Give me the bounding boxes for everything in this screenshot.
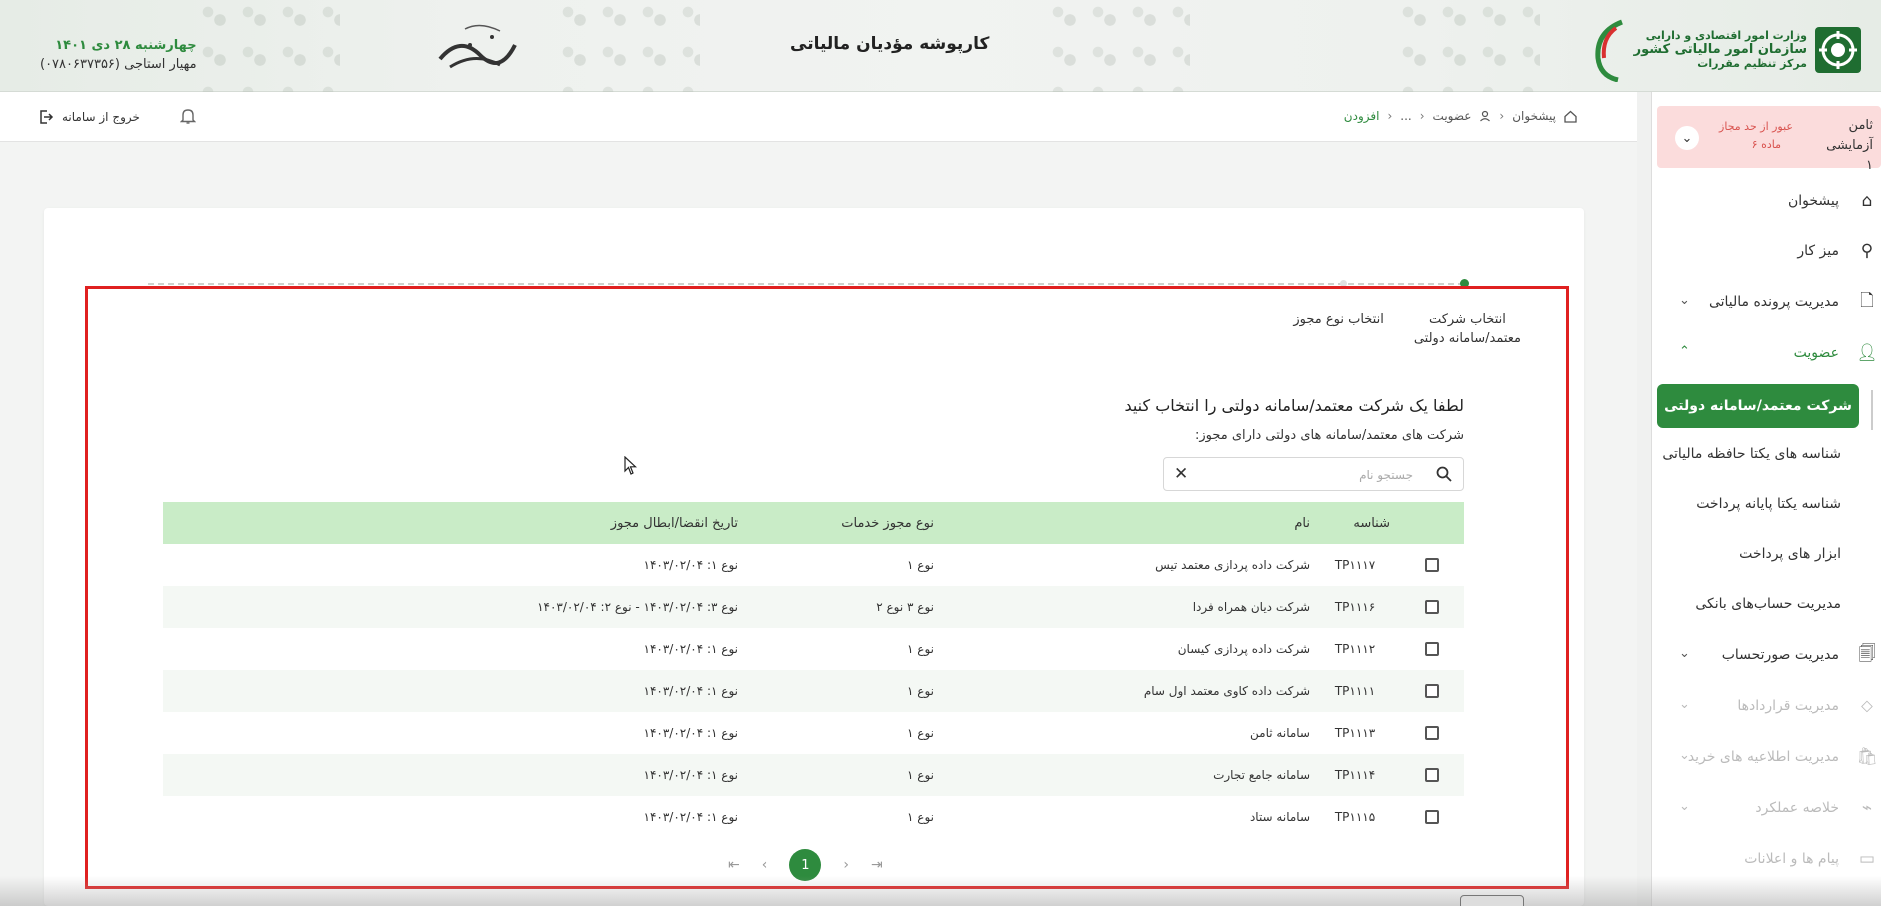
- home-icon: [1564, 110, 1577, 123]
- tax-org-logo: وزارت امور اقتصادی و دارایی سازمان امور …: [1588, 18, 1863, 82]
- user-name: مهیار استاجی (۰۷۸۰۶۳۷۳۵۶): [40, 57, 197, 72]
- header-pattern: [1050, 0, 1190, 92]
- logout-button[interactable]: خروج از سامانه: [38, 109, 140, 125]
- taxpayer-name: ثامن آزمایشی ۱: [1826, 118, 1873, 173]
- submenu-item-label: شناسه یکتا پایانه پرداخت: [1696, 496, 1841, 512]
- date-user-block: چهارشنبه ۲۸ دی ۱۴۰۱ مهیار استاجی (۰۷۸۰۶۳…: [40, 38, 197, 72]
- sidebar-item-label: مدیریت پرونده مالیاتی: [1708, 294, 1839, 310]
- logout-label: خروج از سامانه: [62, 110, 140, 124]
- alert-message-line: عبور از حد مجاز: [1719, 120, 1793, 133]
- contract-icon: ⬦: [1861, 696, 1873, 716]
- header-pattern: [1400, 0, 1540, 92]
- taxpayer-alert-card: ثامن آزمایشی ۱ عبور از حد مجاز ماده ۶ ⌄: [1657, 106, 1881, 173]
- notification-bell-icon[interactable]: [180, 107, 196, 125]
- sidebar-item-label: میز کار: [1797, 243, 1839, 259]
- sidebar-item-purchase-notices[interactable]: 🛍︎ مدیریت اطلاعیه های خرید ⌄: [1651, 732, 1881, 782]
- chevron-down-icon: ⌄: [1681, 130, 1693, 146]
- sidebar-item-contracts[interactable]: ⬦ مدیریت قراردادها ⌄: [1651, 681, 1881, 731]
- chevron-down-icon: ⌄: [1679, 799, 1690, 814]
- tax-org-emblem-icon: [1815, 27, 1861, 73]
- header-pattern: [200, 0, 340, 92]
- content-navbar: خروج از سامانه پیشخوان ‹ عضویت ‹ ... ‹ ا…: [0, 92, 1637, 142]
- user-icon: 👤︎: [1856, 343, 1878, 363]
- sidebar-item-label: خلاصه عملکرد: [1755, 800, 1839, 816]
- submenu-rail: [1871, 390, 1873, 430]
- sidebar-item-dashboard[interactable]: ⌂ پیشخوان: [1651, 176, 1881, 226]
- logo-line: سازمان امور مالیاتی کشور: [1633, 42, 1807, 57]
- submenu-item-terminal-ids[interactable]: شناسه یکتا پایانه پرداخت: [1651, 481, 1841, 527]
- message-icon: ▭: [1858, 849, 1876, 869]
- submenu-item-bank-accounts[interactable]: مدیریت حساب‌های بانکی: [1651, 581, 1841, 627]
- invoice-icon: 🗐: [1858, 643, 1876, 664]
- alert-expand-button[interactable]: ⌄: [1675, 126, 1699, 150]
- sidebar-item-summary[interactable]: ⌁ خلاصه عملکرد ⌄: [1651, 783, 1881, 833]
- breadcrumb-ellipsis[interactable]: ...: [1400, 109, 1411, 123]
- current-date: چهارشنبه ۲۸ دی ۱۴۰۱: [55, 38, 197, 53]
- chevron-left-icon: ‹: [1387, 109, 1393, 123]
- sidebar-scroll-strip: [1637, 92, 1651, 906]
- logo-text: وزارت امور اقتصادی و دارایی سازمان امور …: [1634, 29, 1807, 71]
- sidebar-item-label: مدیریت صورتحساب: [1721, 647, 1839, 663]
- sidebar-item-tax-file[interactable]: 🗋 مدیریت پرونده مالیاتی ⌄: [1651, 277, 1881, 327]
- sidebar-item-label: پیشخوان: [1787, 193, 1839, 209]
- wizard-progress-line: [148, 283, 1464, 285]
- logout-icon: [40, 110, 54, 124]
- chevron-down-icon: ⌄: [1679, 748, 1690, 763]
- sidebar-item-label: پیام ها و اعلانات: [1744, 851, 1839, 867]
- sidebar-item-invoices[interactable]: 🗐 مدیریت صورتحساب ⌄: [1651, 630, 1881, 680]
- chevron-down-icon: ⌄: [1679, 646, 1690, 661]
- home-icon: ⌂: [1861, 191, 1873, 211]
- file-icon: 🗋: [1860, 290, 1874, 311]
- top-header: چهارشنبه ۲۸ دی ۱۴۰۱ مهیار استاجی (۰۷۸۰۶۳…: [0, 0, 1881, 92]
- tolid-slogan-logo: [438, 24, 517, 69]
- chevron-down-icon: ⌄: [1679, 293, 1690, 308]
- chevron-left-icon: ‹: [1419, 109, 1425, 123]
- submenu-item-trusted-company[interactable]: شرکت معتمد/سامانه دولتی: [1657, 384, 1859, 428]
- submenu-item-payment-tools[interactable]: ابزار های پرداخت: [1651, 531, 1841, 577]
- purchase-icon: 🛍︎: [1856, 747, 1878, 767]
- submenu-item-label: شناسه های یکتا حافظه مالیاتی: [1662, 446, 1841, 462]
- chevron-up-icon: ⌃: [1679, 344, 1690, 359]
- bottom-overlay: [0, 876, 1881, 906]
- app-title: کارپوشه مؤدیان مالیاتی: [790, 34, 990, 54]
- alert-message: عبور از حد مجاز ماده ۶: [1719, 118, 1793, 154]
- submenu-item-fiscal-memory-ids[interactable]: شناسه های یکتا حافظه مالیاتی: [1651, 431, 1841, 477]
- submenu-item-label: شرکت معتمد/سامانه دولتی: [1664, 398, 1852, 414]
- sidebar-item-membership[interactable]: 👤︎ عضویت ⌃: [1651, 328, 1881, 378]
- logo-line: مرکز تنظیم مقررات: [1697, 57, 1807, 70]
- workspace-icon: ⚲: [1860, 241, 1874, 261]
- sidebar-item-label: عضویت: [1793, 345, 1839, 361]
- logo-line: وزارت امور اقتصادی و دارایی: [1645, 29, 1807, 42]
- flag-swoosh-icon: [1595, 19, 1623, 82]
- sidebar-item-workspace[interactable]: ⚲ میز کار: [1651, 226, 1881, 276]
- alert-message-line: ماده ۶: [1751, 138, 1781, 151]
- breadcrumb-item-dashboard[interactable]: پیشخوان: [1512, 109, 1556, 123]
- selection-highlight-frame: [85, 286, 1569, 889]
- sidebar-item-label: مدیریت اطلاعیه های خرید: [1687, 749, 1839, 765]
- summary-icon: ⌁: [1861, 798, 1873, 818]
- sidebar-item-label: مدیریت قراردادها: [1737, 698, 1839, 714]
- chevron-down-icon: ⌄: [1679, 697, 1690, 712]
- breadcrumb-item-membership[interactable]: عضویت: [1433, 109, 1472, 123]
- submenu-item-label: ابزار های پرداخت: [1739, 546, 1841, 562]
- mouse-cursor-icon: [624, 456, 638, 475]
- breadcrumb: پیشخوان ‹ عضویت ‹ ... ‹ افزودن: [1344, 109, 1577, 123]
- chevron-left-icon: ‹: [1499, 109, 1505, 123]
- breadcrumb-item-current: افزودن: [1343, 109, 1380, 123]
- submenu-item-label: مدیریت حساب‌های بانکی: [1695, 596, 1841, 612]
- bottom-edge-button: [1460, 895, 1524, 906]
- sidebar: ثامن آزمایشی ۱ عبور از حد مجاز ماده ۶ ⌄ …: [1651, 92, 1881, 906]
- user-icon: [1480, 110, 1491, 122]
- header-pattern: [560, 0, 700, 92]
